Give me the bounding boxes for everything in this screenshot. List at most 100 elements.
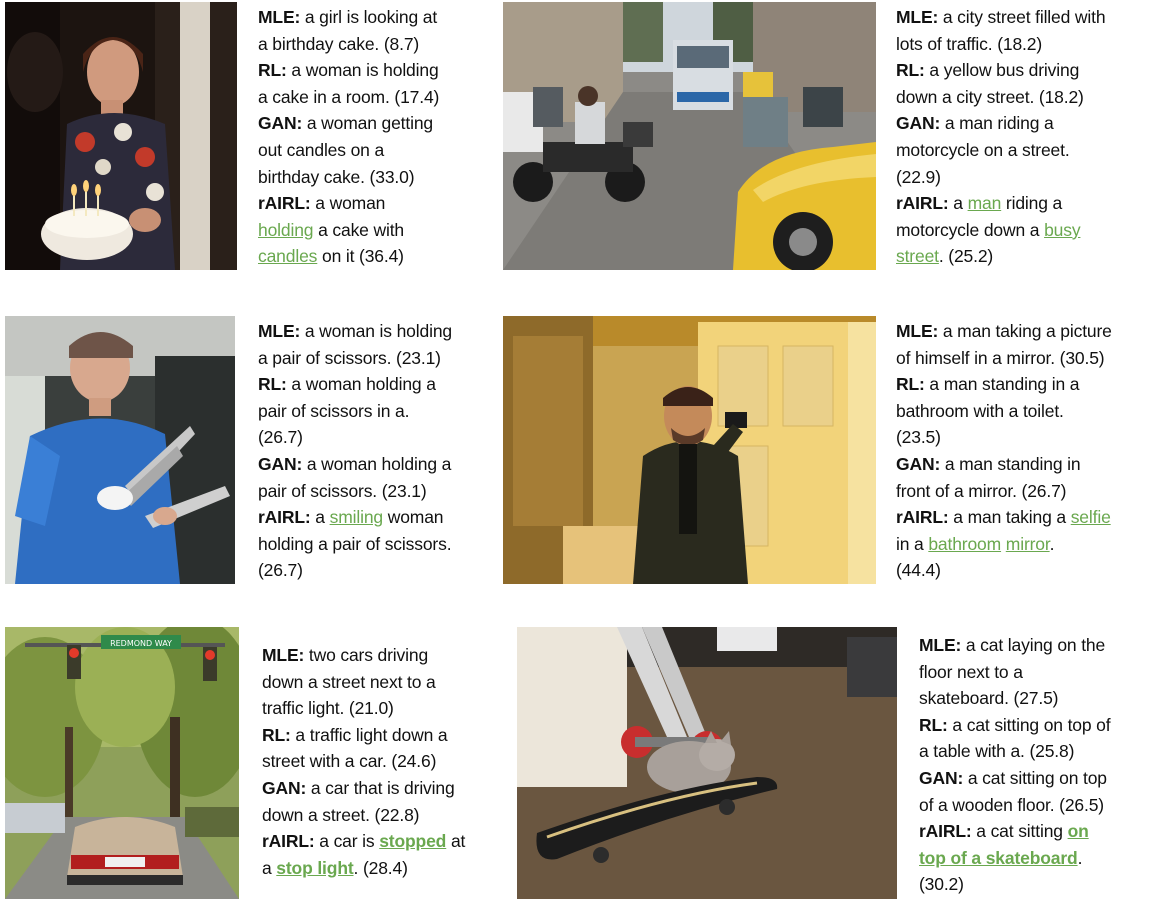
caption-line: (26.7) xyxy=(258,557,488,584)
caption-text: a woman getting xyxy=(302,113,434,134)
model-label: MLE: xyxy=(262,645,305,665)
caption-line: lots of traffic. (18.2) xyxy=(896,31,1154,58)
caption-line: RL: a woman holding a xyxy=(258,371,488,398)
city-street-traffic-motorcycle-photo xyxy=(503,2,876,270)
caption-text: a woman is holding xyxy=(286,60,439,81)
caption-line: a birthday cake. (8.7) xyxy=(258,31,478,58)
caption-text: in a xyxy=(896,533,929,554)
man-bathroom-mirror-selfie-photo xyxy=(503,316,876,584)
model-label: RL: xyxy=(896,374,925,395)
caption-text: a table with a. (25.8) xyxy=(919,741,1075,762)
caption-line: floor next to a xyxy=(919,659,1155,686)
model-label: RL: xyxy=(258,60,287,81)
caption-text: a girl is looking at xyxy=(300,7,438,27)
model-label: MLE: xyxy=(258,7,301,27)
caption-text: a cat sitting on top xyxy=(963,767,1107,788)
caption-line: MLE: a man taking a picture xyxy=(896,318,1154,345)
caption-city-street: MLE: a city street filled with lots of tr… xyxy=(896,4,1154,270)
caption-text: (44.4) xyxy=(896,560,941,581)
caption-text: a pair of scissors. (23.1) xyxy=(258,347,441,368)
caption-cat-skateboard: MLE: a cat laying on the floor next to as… xyxy=(919,632,1155,898)
caption-line: MLE: a woman is holding xyxy=(258,318,488,345)
model-label: MLE: xyxy=(258,321,301,341)
caption-text: a birthday cake. (8.7) xyxy=(258,33,420,54)
caption-line: motorcycle on a street. xyxy=(896,137,1154,164)
caption-text: a man standing in xyxy=(940,453,1081,474)
caption-line: down a street. (22.8) xyxy=(262,802,494,829)
model-label: GAN: xyxy=(258,453,303,474)
caption-line: a table with a. (25.8) xyxy=(919,738,1155,765)
caption-text: a car that is driving xyxy=(306,777,455,798)
caption-line: rAIRL: a man taking a selfie xyxy=(896,504,1154,531)
caption-line: rAIRL: a man riding a xyxy=(896,190,1154,217)
caption-text: motorcycle down a xyxy=(896,219,1045,240)
caption-line: rAIRL: a cat sitting on xyxy=(919,818,1155,845)
caption-line: traffic light. (21.0) xyxy=(262,695,494,722)
caption-line: GAN: a car that is driving xyxy=(262,775,494,802)
caption-line: GAN: a man riding a xyxy=(896,110,1154,137)
caption-line: holding a pair of scissors. xyxy=(258,531,488,558)
caption-line: rAIRL: a smiling woman xyxy=(258,504,488,531)
caption-text: a car is xyxy=(314,831,380,852)
model-label: RL: xyxy=(258,374,287,395)
caption-text: (22.9) xyxy=(896,166,941,187)
model-label: rAIRL: xyxy=(919,821,972,842)
caption-line: bathroom with a toilet. xyxy=(896,398,1154,425)
caption-line: (22.9) xyxy=(896,164,1154,191)
caption-traffic-light: MLE: two cars driving down a street next … xyxy=(262,642,494,881)
caption-text: birthday cake. (33.0) xyxy=(258,166,415,187)
caption-line: (30.2) xyxy=(919,871,1155,898)
model-label: rAIRL: xyxy=(258,193,311,214)
caption-text: floor next to a xyxy=(919,661,1023,682)
caption-line: out candles on a xyxy=(258,137,478,164)
model-label: GAN: xyxy=(262,777,307,798)
caption-text: a man riding a xyxy=(940,113,1054,134)
model-label: RL: xyxy=(919,714,948,735)
caption-line: GAN: a woman holding a xyxy=(258,451,488,478)
caption-text: street with a car. (24.6) xyxy=(262,751,437,772)
caption-text: on it (36.4) xyxy=(317,246,404,267)
caption-line: pair of scissors in a. xyxy=(258,398,488,425)
caption-line: motorcycle down a busy xyxy=(896,217,1154,244)
caption-text: lots of traffic. (18.2) xyxy=(896,33,1043,54)
caption-scissors: MLE: a woman is holding a pair of scissor… xyxy=(258,318,488,584)
caption-line: top of a skateboard. xyxy=(919,845,1155,872)
caption-line: RL: a man standing in a xyxy=(896,371,1154,398)
caption-text: a cat laying on the xyxy=(961,635,1106,655)
model-label: RL: xyxy=(262,724,291,745)
caption-line: RL: a traffic light down a xyxy=(262,722,494,749)
caption-text: (23.5) xyxy=(896,427,941,448)
caption-text: front of a mirror. (26.7) xyxy=(896,480,1067,501)
caption-text: at xyxy=(446,831,466,852)
caption-line: a pair of scissors. (23.1) xyxy=(258,345,488,372)
caption-text: a man taking a picture xyxy=(938,321,1112,341)
model-label: GAN: xyxy=(896,453,941,474)
caption-line: down a street next to a xyxy=(262,669,494,696)
caption-text: a cake in a room. (17.4) xyxy=(258,86,440,107)
caption-text: pair of scissors. (23.1) xyxy=(258,480,427,501)
highlighted-word: street xyxy=(896,246,939,267)
caption-line: pair of scissors. (23.1) xyxy=(258,478,488,505)
highlighted-word: smiling xyxy=(329,507,384,528)
caption-text: a city street filled with xyxy=(938,7,1106,27)
caption-text: traffic light. (21.0) xyxy=(262,698,394,719)
highlighted-word: top of a skateboard xyxy=(919,847,1078,868)
caption-text: riding a xyxy=(1001,193,1063,214)
caption-line: RL: a yellow bus driving xyxy=(896,57,1154,84)
caption-text: a woman holding a xyxy=(286,374,436,395)
model-label: MLE: xyxy=(896,321,939,341)
caption-text: a cat sitting on top of xyxy=(947,714,1111,735)
caption-line: a stop light. (28.4) xyxy=(262,855,494,882)
caption-line: MLE: a cat laying on the xyxy=(919,632,1155,659)
highlighted-word: holding xyxy=(258,219,314,240)
caption-line: (23.5) xyxy=(896,424,1154,451)
caption-line: GAN: a man standing in xyxy=(896,451,1154,478)
caption-line: holding a cake with xyxy=(258,217,478,244)
caption-line: MLE: a girl is looking at xyxy=(258,4,478,31)
model-label: rAIRL: xyxy=(896,193,949,214)
highlighted-word: mirror xyxy=(1005,533,1050,554)
caption-text: down a city street. (18.2) xyxy=(896,86,1084,107)
caption-line: rAIRL: a car is stopped at xyxy=(262,828,494,855)
caption-line: GAN: a cat sitting on top xyxy=(919,765,1155,792)
caption-text: (30.2) xyxy=(919,874,964,895)
